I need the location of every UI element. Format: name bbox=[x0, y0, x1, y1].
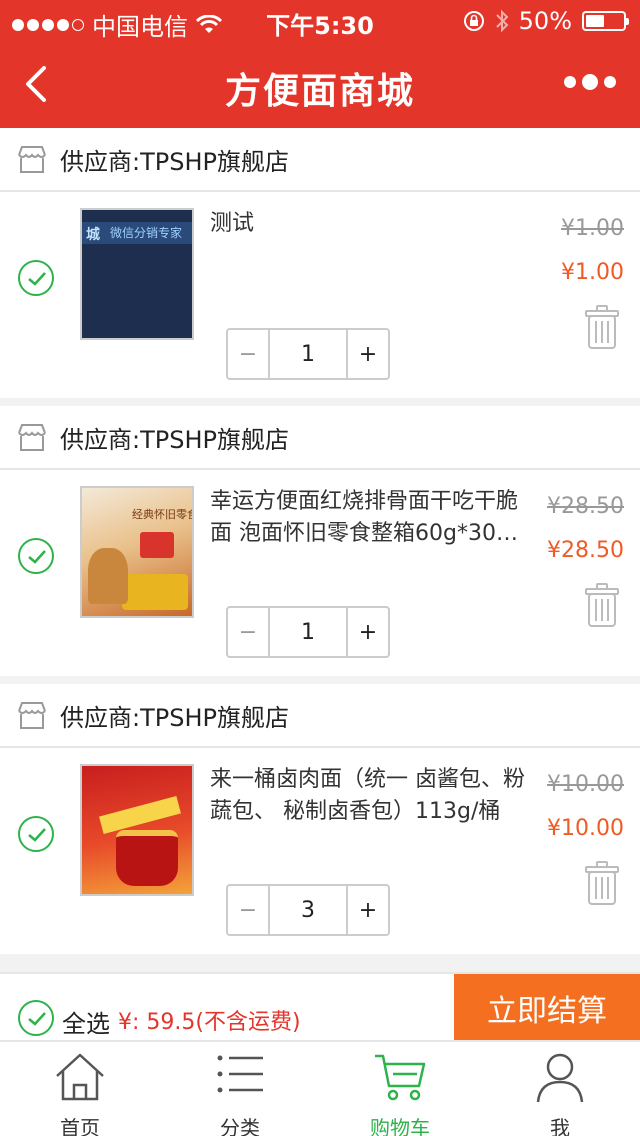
quantity-stepper: − 1 + bbox=[226, 328, 390, 380]
cart-item: 微信分销专家 城 测试 ¥1.00 ¥1.00 − 1 + bbox=[0, 192, 640, 398]
checkmark-icon bbox=[28, 550, 46, 564]
tab-cart[interactable]: 购物车 bbox=[320, 1042, 480, 1136]
sale-price: ¥10.00 bbox=[547, 816, 624, 841]
bottom-tab-bar: 首页 分类 购物车 我 bbox=[0, 1040, 640, 1136]
tab-label: 分类 bbox=[220, 1116, 260, 1136]
quantity-value[interactable]: 3 bbox=[268, 886, 348, 934]
increase-button[interactable]: + bbox=[348, 608, 388, 656]
store-name: 供应商:TPSHP旗舰店 bbox=[60, 703, 289, 732]
decrease-button[interactable]: − bbox=[228, 330, 268, 378]
thumbnail-caption: 微信分销专家 bbox=[110, 226, 183, 240]
checkout-button[interactable]: 立即结算 bbox=[454, 974, 640, 1042]
checkmark-icon bbox=[28, 272, 46, 286]
store-name: 供应商:TPSHP旗舰店 bbox=[60, 425, 289, 454]
store-header: 供应商:TPSHP旗舰店 bbox=[0, 684, 640, 748]
select-all-label[interactable]: 全选 bbox=[62, 1004, 110, 1039]
trash-icon[interactable] bbox=[584, 582, 620, 628]
shop-icon bbox=[18, 702, 46, 729]
store-group: 供应商:TPSHP旗舰店 微信分销专家 城 测试 ¥1.00 ¥1.00 − 1… bbox=[0, 128, 640, 398]
original-price: ¥10.00 bbox=[547, 772, 624, 797]
checkmark-icon bbox=[28, 828, 46, 842]
tab-me[interactable]: 我 bbox=[480, 1042, 640, 1136]
cart-item: 来一桶卤肉面（统一 卤酱包、粉蔬包、 秘制卤香包）113g/桶 ¥10.00 ¥… bbox=[0, 748, 640, 954]
product-name[interactable]: 来一桶卤肉面（统一 卤酱包、粉蔬包、 秘制卤香包）113g/桶 bbox=[210, 764, 530, 828]
product-name[interactable]: 测试 bbox=[210, 208, 530, 272]
cart-icon bbox=[375, 1054, 426, 1101]
checkout-bar: 全选 ¥: 59.5(不含运费) 立即结算 bbox=[0, 972, 640, 1042]
trash-icon[interactable] bbox=[584, 860, 620, 906]
page-title: 方便面商城 bbox=[224, 71, 415, 112]
shop-icon bbox=[18, 424, 46, 451]
orientation-lock-icon bbox=[463, 11, 484, 31]
store-header: 供应商:TPSHP旗舰店 bbox=[0, 406, 640, 470]
status-bar: 中国电信 下午5:30 50% bbox=[0, 0, 640, 41]
quantity-value[interactable]: 1 bbox=[268, 330, 348, 378]
store-group: 供应商:TPSHP旗舰店 来一桶卤肉面（统一 卤酱包、粉蔬包、 秘制卤香包）11… bbox=[0, 684, 640, 954]
item-checkbox[interactable] bbox=[18, 816, 54, 852]
tab-category[interactable]: 分类 bbox=[160, 1042, 320, 1136]
tab-label: 首页 bbox=[60, 1116, 100, 1136]
cart-list: 供应商:TPSHP旗舰店 微信分销专家 城 测试 ¥1.00 ¥1.00 − 1… bbox=[0, 128, 640, 962]
original-price: ¥28.50 bbox=[547, 494, 624, 519]
bluetooth-icon bbox=[495, 9, 509, 33]
user-icon bbox=[536, 1053, 584, 1103]
increase-button[interactable]: + bbox=[348, 886, 388, 934]
battery-percent: 50% bbox=[518, 7, 572, 35]
store-group: 供应商:TPSHP旗舰店 经典怀旧零食 幸运方便面红烧排骨面干吃干脆面 泡面怀旧… bbox=[0, 406, 640, 676]
battery-icon bbox=[582, 11, 629, 31]
tab-home[interactable]: 首页 bbox=[0, 1042, 160, 1136]
product-thumbnail[interactable]: 微信分销专家 城 bbox=[80, 208, 194, 340]
more-dots-icon[interactable] bbox=[564, 74, 616, 90]
app-header: 方便面商城 bbox=[0, 40, 640, 128]
decrease-button[interactable]: − bbox=[228, 886, 268, 934]
original-price: ¥1.00 bbox=[561, 216, 624, 241]
total-price: ¥: 59.5(不含运费) bbox=[118, 1010, 301, 1035]
product-thumbnail[interactable]: 经典怀旧零食 bbox=[80, 486, 194, 618]
quantity-stepper: − 1 + bbox=[226, 606, 390, 658]
quantity-stepper: − 3 + bbox=[226, 884, 390, 936]
item-checkbox[interactable] bbox=[18, 538, 54, 574]
store-name: 供应商:TPSHP旗舰店 bbox=[60, 147, 289, 176]
product-thumbnail[interactable] bbox=[80, 764, 194, 896]
product-name[interactable]: 幸运方便面红烧排骨面干吃干脆面 泡面怀旧零食整箱60g*30… bbox=[210, 486, 530, 550]
home-icon bbox=[56, 1053, 104, 1101]
quantity-value[interactable]: 1 bbox=[268, 608, 348, 656]
decrease-button[interactable]: − bbox=[228, 608, 268, 656]
thumbnail-caption: 经典怀旧零食 bbox=[132, 508, 194, 521]
sale-price: ¥1.00 bbox=[561, 260, 624, 285]
shop-icon bbox=[18, 146, 46, 173]
tab-label: 购物车 bbox=[370, 1116, 430, 1136]
sale-price: ¥28.50 bbox=[547, 538, 624, 563]
increase-button[interactable]: + bbox=[348, 330, 388, 378]
cart-item: 经典怀旧零食 幸运方便面红烧排骨面干吃干脆面 泡面怀旧零食整箱60g*30… ¥… bbox=[0, 470, 640, 676]
select-all-checkbox[interactable] bbox=[18, 1000, 54, 1036]
list-icon bbox=[217, 1055, 263, 1093]
item-checkbox[interactable] bbox=[18, 260, 54, 296]
store-header: 供应商:TPSHP旗舰店 bbox=[0, 128, 640, 192]
tab-label: 我 bbox=[550, 1116, 570, 1136]
trash-icon[interactable] bbox=[584, 304, 620, 350]
checkmark-icon bbox=[28, 1012, 46, 1026]
